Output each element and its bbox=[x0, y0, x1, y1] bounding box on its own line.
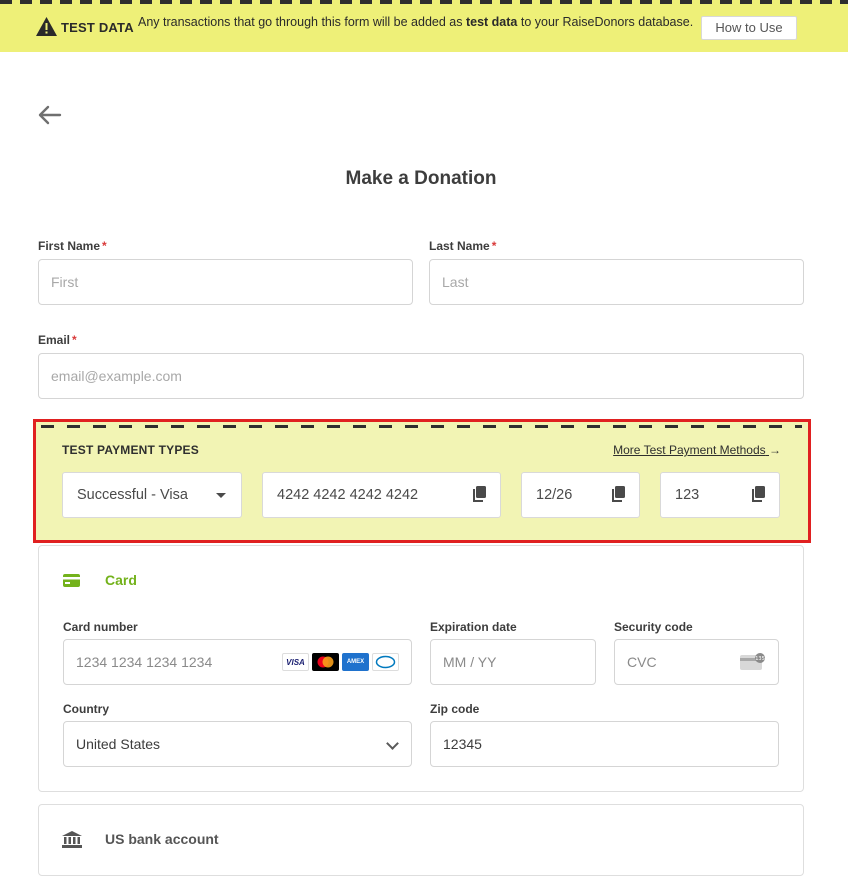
copy-icon[interactable] bbox=[472, 486, 486, 503]
country-label: Country bbox=[63, 702, 109, 716]
back-arrow-icon[interactable] bbox=[37, 104, 63, 126]
security-code-label: Security code bbox=[614, 620, 693, 634]
banner-dashed-border bbox=[0, 0, 848, 4]
credit-card-icon bbox=[63, 574, 80, 587]
cvc-card-icon: 135 bbox=[740, 653, 765, 670]
card-number-input[interactable]: 1234 1234 1234 1234 VISA AMEX bbox=[63, 639, 412, 685]
test-expiry-field[interactable]: 12/26 bbox=[521, 472, 640, 518]
test-expiry-value: 12/26 bbox=[536, 487, 573, 503]
expiration-label: Expiration date bbox=[430, 620, 517, 634]
card-number-placeholder: 1234 1234 1234 1234 bbox=[76, 654, 213, 670]
test-cvc-value: 123 bbox=[675, 487, 700, 503]
mastercard-icon bbox=[312, 653, 339, 671]
chevron-down-icon bbox=[386, 737, 399, 750]
security-code-input[interactable]: CVC 135 bbox=[614, 639, 779, 685]
bank-icon bbox=[62, 831, 82, 848]
test-payment-type-select[interactable]: Successful - Visa bbox=[62, 472, 242, 518]
country-select[interactable]: United States bbox=[63, 721, 412, 767]
page-title: Make a Donation bbox=[345, 168, 497, 189]
test-payment-type-value: Successful - Visa bbox=[77, 487, 188, 503]
zip-code-input[interactable]: 12345 bbox=[430, 721, 779, 767]
more-test-methods-link[interactable]: More Test Payment Methods → bbox=[613, 443, 781, 457]
security-code-placeholder: CVC bbox=[627, 654, 657, 670]
test-card-number-value: 4242 4242 4242 4242 bbox=[277, 487, 419, 503]
arrow-right-icon: → bbox=[769, 443, 781, 457]
expiration-input[interactable]: MM / YY bbox=[430, 639, 596, 685]
us-bank-account-label[interactable]: US bank account bbox=[105, 831, 219, 847]
zip-code-label: Zip code bbox=[430, 702, 480, 716]
card-brands: VISA AMEX bbox=[282, 653, 399, 671]
card-tab-label[interactable]: Card bbox=[105, 572, 137, 588]
test-card-number-field[interactable]: 4242 4242 4242 4242 bbox=[262, 472, 501, 518]
how-to-use-button[interactable]: How to Use bbox=[701, 16, 797, 40]
svg-text:135: 135 bbox=[755, 656, 765, 662]
first-name-input[interactable]: First bbox=[38, 259, 413, 305]
banner-message: Any transactions that go through this fo… bbox=[138, 15, 694, 29]
email-label: Email * bbox=[38, 333, 77, 347]
test-data-banner: TEST DATA Any transactions that go throu… bbox=[0, 0, 848, 52]
card-number-label: Card number bbox=[63, 620, 138, 634]
diners-icon bbox=[372, 653, 399, 671]
amex-icon: AMEX bbox=[342, 653, 369, 671]
banner-label: TEST DATA bbox=[61, 20, 134, 35]
test-payment-types-box: TEST PAYMENT TYPES More Test Payment Met… bbox=[33, 419, 811, 543]
email-input[interactable]: email@example.com bbox=[38, 353, 804, 399]
copy-icon[interactable] bbox=[751, 486, 765, 503]
copy-icon[interactable] bbox=[611, 486, 625, 503]
test-payment-title: TEST PAYMENT TYPES bbox=[62, 443, 199, 457]
last-name-label: Last Name * bbox=[429, 239, 497, 253]
visa-icon: VISA bbox=[282, 653, 309, 671]
test-cvc-field[interactable]: 123 bbox=[660, 472, 780, 518]
test-box-dashed-border bbox=[41, 425, 802, 428]
first-name-label: First Name * bbox=[38, 239, 107, 253]
warning-icon bbox=[36, 17, 57, 36]
last-name-input[interactable]: Last bbox=[429, 259, 804, 305]
country-value: United States bbox=[76, 736, 161, 752]
caret-down-icon bbox=[216, 493, 226, 498]
